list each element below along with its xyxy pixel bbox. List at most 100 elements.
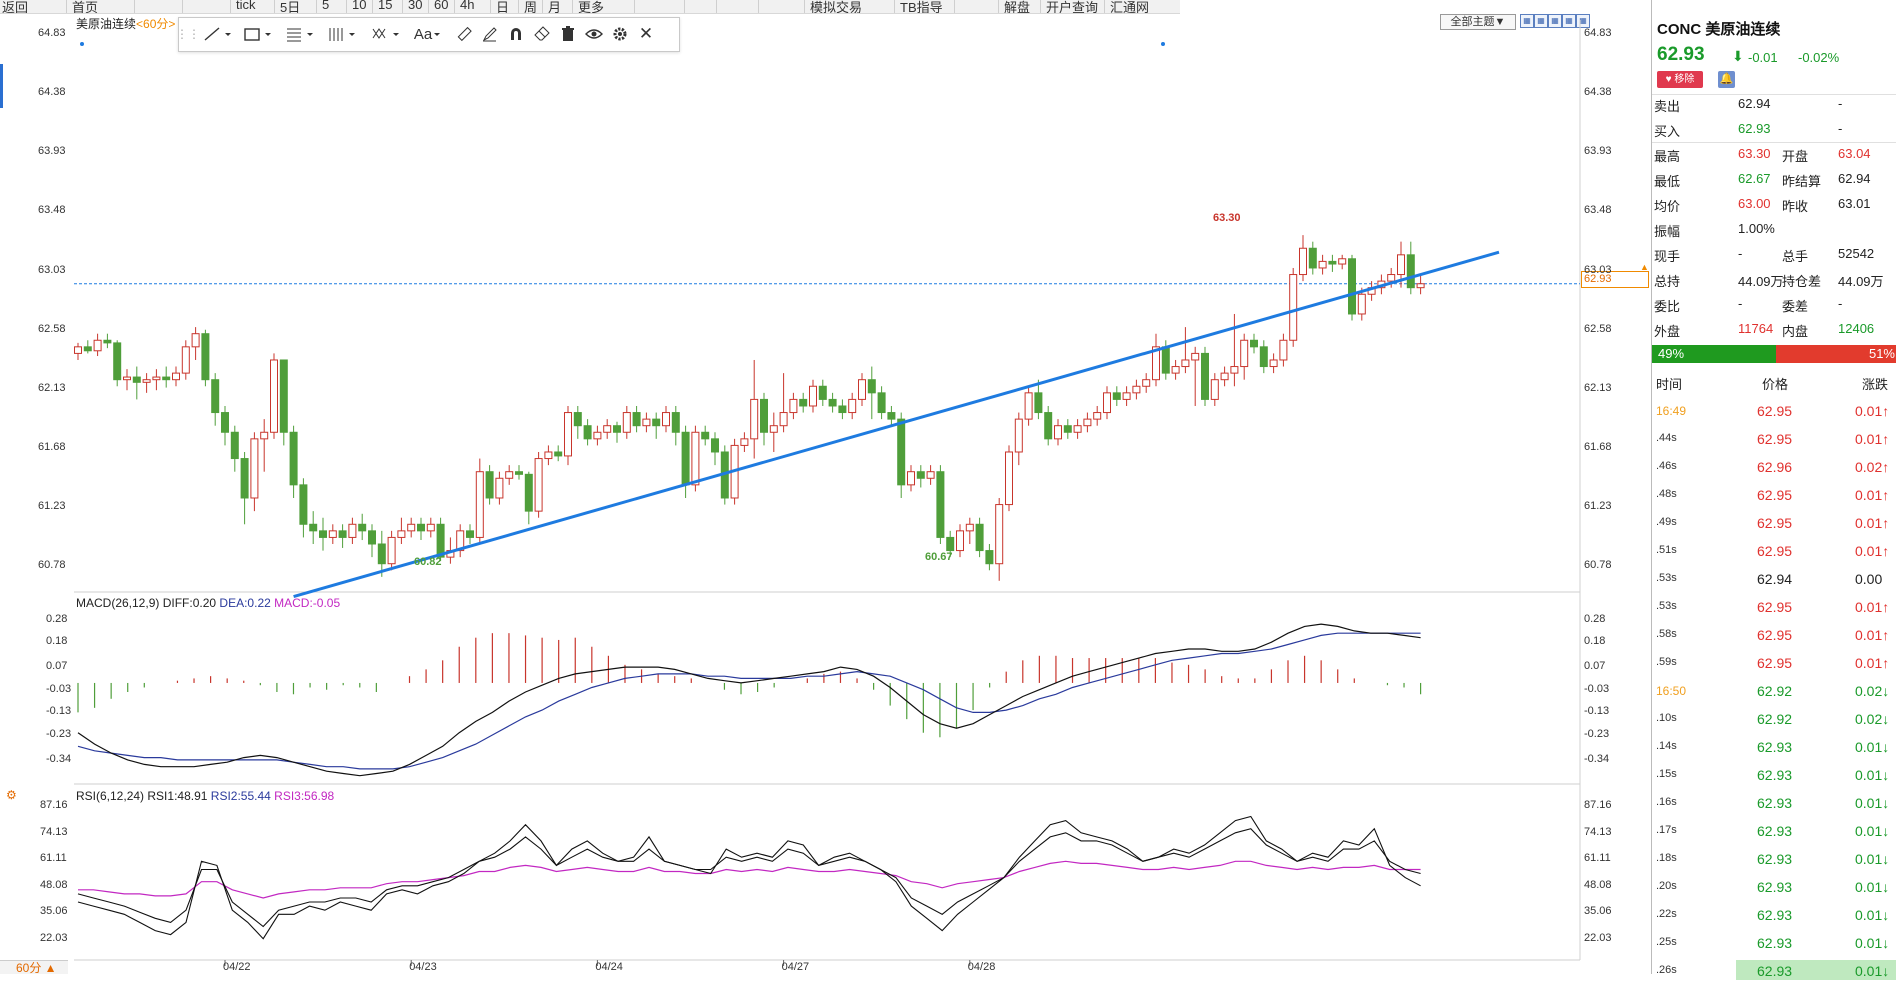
candle-body — [622, 412, 631, 433]
quote-value: 63.01 — [1838, 196, 1871, 211]
tick-row: .14s 62.93 0.01↓ — [1652, 734, 1896, 762]
tick-change: 0.01↓ — [1855, 963, 1890, 979]
quote-label: 最高 — [1654, 149, 1681, 164]
candle-body — [1014, 418, 1023, 453]
rsi-tick-right: 22.03 — [1584, 931, 1612, 944]
candle-body — [740, 438, 749, 446]
candle-body — [1122, 392, 1131, 400]
high-price-label: 63.30 — [1213, 212, 1241, 224]
candle-body — [711, 438, 719, 453]
candle-body — [1073, 425, 1082, 433]
candle-body — [1259, 346, 1268, 368]
tick-change: 0.01↑ — [1855, 515, 1890, 531]
tick-change: 0.01↓ — [1855, 907, 1890, 923]
candle-body — [642, 418, 651, 427]
rsi-tick-left: 48.08 — [40, 878, 68, 891]
price-tick-right: 62.13 — [1584, 381, 1612, 394]
tick-change: 0.01↓ — [1855, 767, 1890, 783]
candle-body — [887, 412, 896, 420]
tick-change: 0.02↓ — [1855, 683, 1890, 699]
tick-price: 62.95 — [1757, 403, 1793, 419]
quote-value: 12406 — [1838, 321, 1875, 336]
remove-favorite-button[interactable]: ♥ 移除 — [1657, 71, 1703, 88]
rsi-tick-left: 87.16 — [40, 799, 68, 811]
candle-body — [1024, 392, 1033, 420]
candle-body — [172, 372, 180, 381]
tick-row: .48s 62.95 0.01↑ — [1652, 482, 1896, 510]
candle-body — [1034, 392, 1043, 414]
rsi-name: RSI(6,12,24) — [76, 789, 145, 803]
tick-change: 0.00 — [1855, 571, 1883, 587]
remove-favorite-label: 移除 — [1674, 74, 1695, 85]
candle-body — [142, 379, 151, 383]
tick-time: .53s — [1656, 572, 1677, 584]
tick-time: .17s — [1656, 824, 1677, 836]
date-tick: 04/28 — [967, 961, 996, 973]
candle-body — [965, 523, 974, 532]
indicator-settings-icon[interactable]: ⚙ — [6, 788, 17, 802]
kline-chart[interactable] — [0, 0, 1651, 974]
candle-body — [475, 471, 484, 538]
quote-label: 委差 — [1782, 299, 1809, 314]
candle-body — [662, 412, 670, 427]
quote-label: 持仓差 — [1782, 274, 1822, 289]
tick-price: 62.93 — [1757, 935, 1793, 951]
macd-tick-left: -0.34 — [46, 752, 72, 765]
anchor-point — [1161, 42, 1165, 46]
quote-value: 44.09万 — [1838, 274, 1884, 289]
candle-body — [985, 550, 994, 565]
candle-body — [368, 530, 376, 545]
price-tick-right: 63.93 — [1584, 145, 1612, 158]
tick-change: 0.01↓ — [1855, 851, 1890, 867]
candle-body — [1240, 339, 1249, 368]
candle-body — [613, 425, 621, 433]
tick-time: 16:50 — [1656, 684, 1687, 698]
price-change-pct: -0.02% — [1798, 50, 1840, 65]
rsi-tick-left: 35.06 — [40, 905, 68, 918]
candle-body — [554, 451, 563, 457]
macd-tick-left: 0.28 — [46, 612, 68, 625]
quote-value: 63.00 — [1738, 196, 1771, 211]
price-tick-right: 61.23 — [1584, 500, 1612, 513]
quote-label: 均价 — [1654, 199, 1681, 214]
candle-body — [407, 523, 416, 532]
tick-time: .18s — [1656, 852, 1677, 864]
bell-icon[interactable]: 🔔 — [1718, 71, 1735, 88]
candle-body — [1142, 379, 1151, 387]
quote-label: 开盘 — [1782, 149, 1809, 164]
price-tick-left: 62.13 — [38, 381, 66, 394]
candle-body — [760, 398, 768, 433]
macd-tick-left: -0.13 — [46, 705, 72, 718]
rsi2-value: RSI2:55.44 — [210, 789, 271, 803]
candle-body — [505, 471, 514, 479]
candle-body — [162, 376, 171, 381]
candle-body — [828, 398, 837, 407]
period-selector[interactable]: 60分 ▲ — [0, 960, 68, 975]
quote-value: - — [1738, 296, 1743, 311]
tick-header: 价格 — [1762, 377, 1789, 392]
rsi-tick-right: 35.06 — [1584, 905, 1612, 918]
candle-body — [1132, 385, 1141, 394]
tick-change: 0.01↑ — [1855, 543, 1890, 559]
tick-change: 0.01↓ — [1855, 823, 1890, 839]
candle-body — [632, 412, 641, 427]
tick-time: .48s — [1656, 488, 1677, 500]
tick-row: .22s 62.93 0.01↓ — [1652, 902, 1896, 930]
macd-tick-left: -0.03 — [46, 682, 72, 695]
candle-body — [809, 385, 817, 407]
candle-body — [152, 376, 161, 381]
quote-label: 卖出 — [1654, 99, 1681, 114]
last-price: 62.93 — [1657, 44, 1705, 65]
tick-row: .58s 62.95 0.01↑ — [1652, 622, 1896, 650]
quote-value: 62.93 — [1738, 121, 1771, 136]
tick-price: 62.95 — [1757, 543, 1793, 559]
candle-body — [858, 379, 866, 400]
candle-body — [956, 530, 964, 552]
candle-body — [250, 438, 259, 499]
candle-body — [515, 471, 523, 475]
candle-body — [1063, 425, 1072, 433]
tick-price: 62.95 — [1757, 515, 1793, 531]
rsi3-line — [78, 860, 1421, 899]
candle-body — [789, 398, 798, 414]
candle-body — [652, 418, 661, 427]
